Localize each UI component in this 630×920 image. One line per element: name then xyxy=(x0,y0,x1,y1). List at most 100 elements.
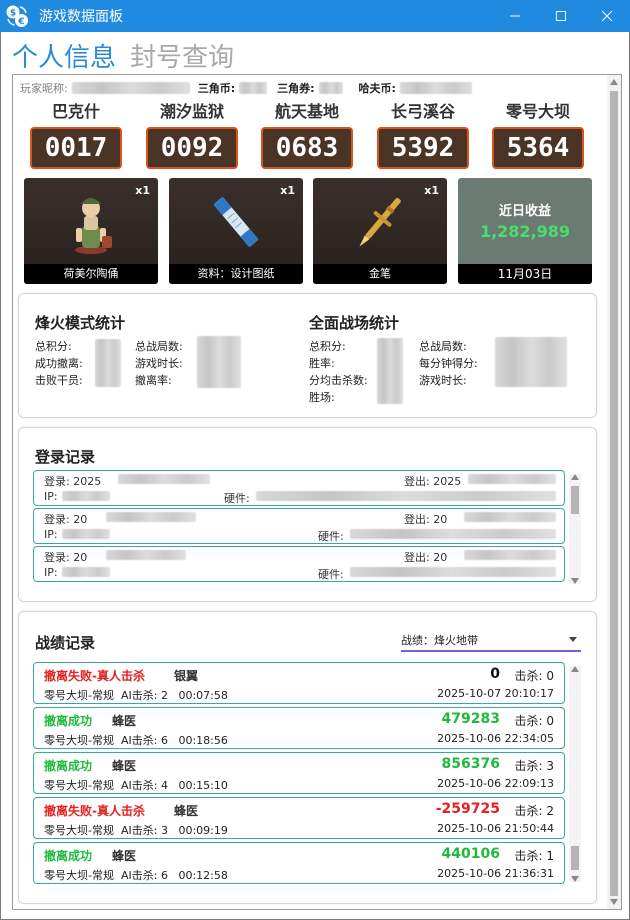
kills-label: 击杀: xyxy=(514,714,543,728)
record-meta: 零号大坝-常规 AI击杀: 4 00:15:10 xyxy=(44,777,228,793)
login-scrollbar[interactable] xyxy=(569,474,581,584)
record-score: 440106 xyxy=(441,846,500,862)
scrollbar-thumb[interactable] xyxy=(571,846,579,870)
match-record[interactable]: 撤离成功 蜂医 856376 击杀: 3 零号大坝-常规 AI击杀: 4 00:… xyxy=(33,752,565,794)
stat-label: 撤离率: xyxy=(135,374,172,387)
record-kills: 击杀: 1 xyxy=(514,847,554,864)
ai-kills-label: AI击杀: xyxy=(120,689,158,702)
record-duration: 00:12:58 xyxy=(178,869,228,882)
record-time: 2025-10-07 20:10:17 xyxy=(437,687,554,700)
nickname-label: 玩家昵称: xyxy=(20,82,68,95)
minimize-button[interactable] xyxy=(492,0,538,32)
record-duration: 00:15:10 xyxy=(178,779,228,792)
record-agent: 蜂医 xyxy=(174,804,199,818)
ip-redacted xyxy=(62,567,110,577)
match-records-title: 战绩记录 xyxy=(35,634,96,652)
kills-value: 0 xyxy=(546,714,554,728)
scrollbar-thumb[interactable] xyxy=(571,486,579,514)
stat-label: 总积分: xyxy=(309,340,346,353)
scroll-down-icon[interactable] xyxy=(610,899,618,905)
record-time: 2025-10-06 21:50:44 xyxy=(437,822,554,835)
match-record[interactable]: 撤离成功 蜂医 440106 击杀: 1 零号大坝-常规 AI击杀: 6 00:… xyxy=(33,842,565,884)
record-agent: 蜂医 xyxy=(112,849,137,863)
record-duration: 00:09:19 xyxy=(178,824,228,837)
login-time: 登录: 20 xyxy=(44,513,88,526)
login-record[interactable]: 登录: 20 登出: 20 IP: 硬件: xyxy=(33,546,565,582)
loot-item-card[interactable]: x1 资料：设计图纸 xyxy=(169,178,303,284)
kills-value: 0 xyxy=(546,669,554,683)
scroll-up-icon[interactable] xyxy=(571,474,579,480)
stat-label: 总战局数: xyxy=(419,340,467,353)
stat-label: 游戏时长: xyxy=(419,374,467,387)
tab-personal-info[interactable]: 个人信息 xyxy=(12,42,116,74)
all-out-war-stats-title: 全面战场统计 xyxy=(309,314,400,332)
ai-kills-value: 4 xyxy=(160,779,168,792)
main-scrollbar[interactable] xyxy=(607,75,621,909)
login-time-redacted xyxy=(106,550,186,560)
item-name: 荷美尔陶俑 xyxy=(24,264,158,284)
login-time-redacted xyxy=(106,512,196,522)
close-button[interactable] xyxy=(584,0,630,32)
kills-label: 击杀: xyxy=(514,849,543,863)
income-value: 1,282,989 xyxy=(479,222,571,241)
svg-text:€: € xyxy=(17,17,24,27)
scroll-up-icon[interactable] xyxy=(571,666,579,672)
login-time: 登录: 20 xyxy=(44,551,88,564)
login-time-redacted xyxy=(118,474,210,484)
stats-panel: 烽火模式统计 总积分: 成功撤离: 击败干员: 总战局数: 游戏时长: 撤离率:… xyxy=(18,293,597,418)
record-score: 0 xyxy=(490,666,500,682)
delta-coin-label: 三角币: xyxy=(197,82,236,95)
ip-label: IP: xyxy=(44,528,58,541)
ai-kills-value: 6 xyxy=(160,869,168,882)
map-card: 航天基地 0683 xyxy=(259,100,355,169)
login-record[interactable]: 登录: 20 登出: 20 IP: 硬件: xyxy=(33,508,565,544)
ip-redacted xyxy=(62,491,110,501)
scrollbar-thumb[interactable] xyxy=(610,91,618,896)
stat-label: 总战局数: xyxy=(135,340,183,353)
svg-text:$: $ xyxy=(10,9,16,19)
ai-kills-value: 6 xyxy=(160,734,168,747)
record-score: 479283 xyxy=(441,711,500,727)
logout-time: 登出: 2025 xyxy=(404,475,462,488)
record-kills: 击杀: 3 xyxy=(514,757,554,774)
golden-pen-icon xyxy=(343,186,417,258)
ai-kills-value: 2 xyxy=(160,689,168,702)
record-meta: 零号大坝-常规 AI击杀: 6 00:12:58 xyxy=(44,867,228,883)
scroll-down-icon[interactable] xyxy=(571,876,579,882)
ip-redacted xyxy=(62,529,110,539)
map-card: 潮汐监狱 0092 xyxy=(144,100,240,169)
record-meta: 零号大坝-常规 AI击杀: 3 00:09:19 xyxy=(44,822,228,838)
stat-label: 胜率: xyxy=(309,357,335,370)
kills-label: 击杀: xyxy=(514,804,543,818)
record-time: 2025-10-06 21:36:31 xyxy=(437,867,554,880)
ai-kills-label: AI击杀: xyxy=(120,734,158,747)
record-mode-select[interactable]: 战绩：烽火地带 xyxy=(401,626,581,652)
login-record[interactable]: 登录: 2025 登出: 2025 IP: 硬件: xyxy=(33,470,565,506)
scroll-down-icon[interactable] xyxy=(571,578,579,584)
blueprint-icon xyxy=(199,186,273,258)
map-name: 航天基地 xyxy=(274,102,339,121)
kills-label: 击杀: xyxy=(514,759,543,773)
havoc-coin-label: 哈夫币: xyxy=(358,82,396,95)
tab-ban-query[interactable]: 封号查询 xyxy=(130,42,234,74)
map-code: 0017 xyxy=(30,127,122,169)
record-time: 2025-10-06 22:34:05 xyxy=(437,732,554,745)
loot-item-card[interactable]: x1 荷美尔陶俑 xyxy=(24,178,158,284)
logout-time-redacted xyxy=(464,550,556,560)
record-agent: 蜂医 xyxy=(112,714,137,728)
maximize-icon xyxy=(556,11,566,21)
loot-item-card[interactable]: x1 金笔 xyxy=(313,178,447,284)
stat-values-redacted xyxy=(495,337,567,387)
match-record[interactable]: 撤离成功 蜂医 479283 击杀: 0 零号大坝-常规 AI击杀: 6 00:… xyxy=(33,707,565,749)
match-record[interactable]: 撤离失败-真人击杀 银翼 0 击杀: 0 零号大坝-常规 AI击杀: 2 00:… xyxy=(33,662,565,704)
logout-time: 登出: 20 xyxy=(404,551,448,564)
records-scrollbar[interactable] xyxy=(569,666,581,882)
record-score: -259725 xyxy=(435,801,500,817)
match-record[interactable]: 撤离失败-真人击杀 蜂医 -259725 击杀: 2 零号大坝-常规 AI击杀:… xyxy=(33,797,565,839)
scroll-up-icon[interactable] xyxy=(610,79,618,85)
delta-voucher-label: 三角券: xyxy=(277,82,315,95)
player-info-row: 玩家昵称: 三角币: 三角券: 哈夫币: xyxy=(20,80,472,96)
stat-label: 游戏时长: xyxy=(135,357,183,370)
record-agent: 银翼 xyxy=(174,669,199,683)
maximize-button[interactable] xyxy=(538,0,584,32)
